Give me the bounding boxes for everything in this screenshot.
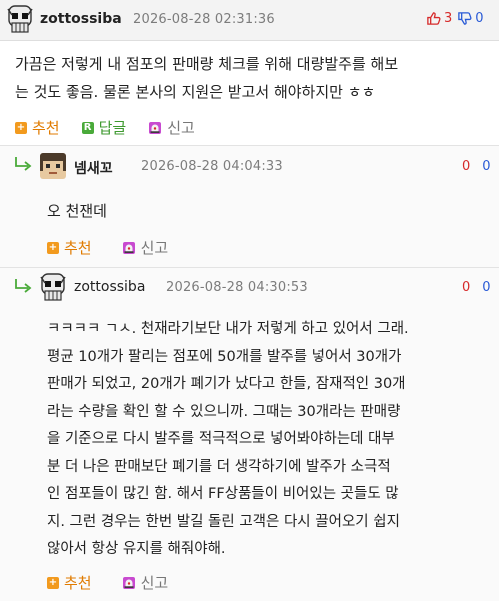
plus-icon: + [15, 121, 27, 134]
post-upvote-count: 3 [444, 11, 453, 26]
reply-arrow-icon [15, 157, 32, 171]
siren-icon [122, 241, 135, 254]
reply-label: 답글 [98, 119, 127, 137]
comment-actions: + 추천 신고 [47, 237, 168, 258]
comment-date: 2026-08-28 04:04:33 [141, 159, 283, 174]
skull-avatar-icon [40, 273, 66, 301]
recommend-label: 추천 [32, 119, 60, 137]
comment-downvote-count[interactable]: 0 [482, 280, 490, 295]
thumbs-down-icon[interactable] [457, 11, 472, 26]
plus-icon: + [47, 241, 59, 254]
comment-text-line: 라는 수량을 확인 할 수 있으니까. 그때는 30개라는 판매량 [47, 403, 401, 420]
comment-downvote-count[interactable]: 0 [482, 159, 490, 174]
siren-icon [149, 121, 162, 134]
recommend-button[interactable]: + 추천 [15, 117, 60, 138]
reply-icon: R [81, 121, 94, 134]
comment-text-line: 을 기준으로 다시 발주를 적극적으로 넣어봐야하는데 대부 [47, 431, 395, 447]
comment-upvote-count[interactable]: 0 [462, 159, 470, 174]
comment-votes: 0 0 [462, 280, 491, 295]
comment-actions: + 추천 신고 [47, 572, 168, 593]
comment-text-line: 평균 10개가 팔리는 점포에 50개를 발주를 넣어서 30개가 [47, 348, 402, 365]
comment-text-line: ㅋㅋㅋㅋ ㄱㅅ. 천재라기보단 내가 저렇게 하고 있어서 그래. [47, 321, 409, 337]
avatar[interactable] [39, 273, 67, 307]
recommend-label: 추천 [64, 239, 92, 257]
skull-avatar-icon [7, 5, 33, 33]
siren-icon [122, 576, 135, 589]
comment-upvote-count[interactable]: 0 [462, 280, 470, 295]
recommend-button[interactable]: + 추천 [47, 572, 92, 593]
post-date: 2026-08-28 02:31:36 [133, 12, 275, 27]
post-actions: + 추천 R 답글 신고 [15, 117, 195, 138]
comment-author[interactable]: zottossiba [74, 279, 145, 295]
recommend-button[interactable]: + 추천 [47, 237, 92, 258]
pixel-face-avatar-icon [40, 153, 66, 179]
report-label: 신고 [140, 574, 169, 592]
thumbs-up-icon[interactable] [426, 11, 441, 26]
post-body: 가끔은 저렇게 내 점포의 판매량 체크를 위해 대량발주를 해보 는 것도 좋… [15, 51, 490, 106]
comment-text-line: 않아서 항상 유지를 해줘야해. [47, 541, 226, 557]
comment-votes: 0 0 [462, 159, 491, 174]
comment-text-line: 판매가 되었고, 20개가 폐기가 났다고 한들, 잠재적인 30개 [47, 376, 406, 392]
comment-author[interactable]: 넴새꼬 [74, 158, 113, 178]
comment-body: ㅋㅋㅋㅋ ㄱㅅ. 천재라기보단 내가 저렇게 하고 있어서 그래. 평균 10개… [47, 316, 495, 564]
reply-button[interactable]: R 답글 [81, 117, 127, 138]
comment-text-line: 분 더 나은 판매보단 폐기를 더 생각하기에 발주가 소극적 [47, 458, 391, 475]
report-button[interactable]: 신고 [122, 237, 169, 258]
comment-text: 오 천잰데 [47, 202, 107, 220]
post-votes: 3 0 [426, 11, 484, 26]
recommend-label: 추천 [64, 574, 92, 592]
post-text-line: 는 것도 좋음. 물론 본사의 지원은 받고서 해야하지만 ㅎㅎ [15, 82, 376, 101]
avatar[interactable] [40, 153, 66, 179]
report-label: 신고 [140, 239, 169, 257]
report-button[interactable]: 신고 [148, 117, 195, 138]
comment-text-line: 인 점포들이 많긴 함. 해서 FF상품들이 비어있는 곳들도 많 [47, 486, 399, 502]
avatar[interactable] [6, 5, 34, 39]
post-text-line: 가끔은 저렇게 내 점포의 판매량 체크를 위해 대량발주를 해보 [15, 55, 399, 73]
comment-date: 2026-08-28 04:30:53 [166, 280, 308, 295]
plus-icon: + [47, 576, 59, 589]
report-button[interactable]: 신고 [122, 572, 169, 593]
comment-text-line: 지. 그런 경우는 한번 발길 돌린 고객은 다시 끌어오기 쉽지 [47, 513, 400, 530]
post-author[interactable]: zottossiba [40, 11, 122, 27]
report-label: 신고 [167, 119, 195, 137]
post-downvote-count: 0 [475, 11, 484, 26]
reply-arrow-icon [15, 279, 32, 293]
